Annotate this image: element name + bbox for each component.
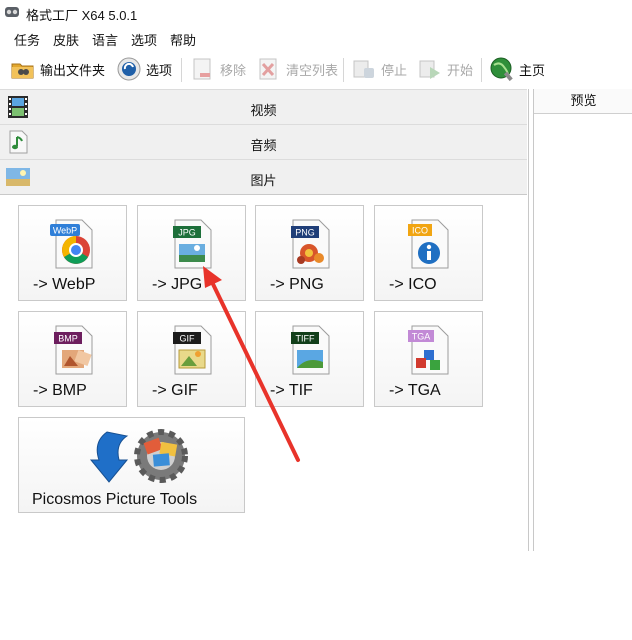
output-folder-button[interactable]: 输出文件夹 (10, 54, 105, 84)
tga-label: -> TGA (389, 382, 441, 399)
options-label: 选项 (146, 62, 173, 78)
start-button[interactable]: 开始 (417, 54, 473, 84)
convert-to-tif-tile[interactable]: TIFF -> TIF (255, 311, 364, 407)
gif-file-icon: GIF (173, 325, 212, 375)
category-audio-label: 音频 (250, 138, 277, 153)
convert-to-gif-tile[interactable]: GIF -> GIF (137, 311, 246, 407)
webp-label: -> WebP (33, 276, 96, 293)
picosmos-tools-icon (89, 429, 188, 483)
menu-tasks[interactable]: 任务 (14, 30, 40, 49)
title-bar: 格式工厂 X64 5.0.1 (0, 0, 632, 26)
convert-to-jpg-tile[interactable]: JPG -> JPG (137, 205, 246, 301)
jpg-label: -> JPG (152, 276, 203, 293)
convert-to-ico-tile[interactable]: ICO -> ICO (374, 205, 483, 301)
menu-skin[interactable]: 皮肤 (53, 30, 79, 49)
globe-icon (490, 57, 513, 82)
ico-badge: ICO (412, 226, 428, 236)
gif-badge: GIF (180, 334, 196, 344)
ico-label: -> ICO (389, 276, 437, 293)
stop-icon (353, 60, 374, 78)
convert-to-webp-tile[interactable]: WebP -> WebP (18, 205, 127, 301)
png-label: -> PNG (270, 276, 324, 293)
convert-to-png-tile[interactable]: PNG -> PNG (255, 205, 364, 301)
options-button[interactable]: 选项 (116, 54, 172, 84)
category-image[interactable]: 图片 (0, 159, 527, 195)
menu-help[interactable]: 帮助 (170, 30, 196, 49)
category-video-label: 视频 (250, 103, 277, 118)
clear-list-button[interactable]: 清空列表 (256, 54, 338, 84)
options-gear-icon (117, 57, 141, 81)
menu-options[interactable]: 选项 (131, 30, 157, 49)
remove-icon (193, 58, 211, 80)
bmp-badge: BMP (58, 334, 78, 344)
png-file-icon: PNG (291, 219, 330, 269)
picosmos-picture-tools-tile[interactable]: Picosmos Picture Tools (18, 417, 245, 513)
remove-label: 移除 (220, 62, 247, 78)
menu-language[interactable]: 语言 (92, 30, 118, 49)
folder-icon (11, 63, 34, 79)
tiff-badge: TIFF (296, 334, 315, 344)
tga-badge: TGA (412, 332, 431, 342)
tiff-file-icon: TIFF (291, 325, 330, 375)
bmp-label: -> BMP (33, 382, 87, 399)
toolbar-separator (181, 58, 182, 82)
webp-file-icon: WebP (50, 219, 93, 269)
png-badge: PNG (295, 228, 315, 238)
jpg-file-icon: JPG (173, 219, 212, 269)
clear-list-label: 清空列表 (286, 62, 339, 78)
clear-list-icon (259, 58, 277, 80)
start-icon (419, 60, 440, 79)
tif-label: -> TIF (270, 382, 313, 399)
preview-panel: 预览 (533, 89, 632, 551)
menu-bar: 任务 皮肤 语言 选项 帮助 (0, 28, 632, 48)
picosmos-tools-label: Picosmos Picture Tools (32, 491, 198, 508)
jpg-badge: JPG (178, 228, 196, 238)
convert-to-bmp-tile[interactable]: BMP -> BMP (18, 311, 127, 407)
home-label: 主页 (519, 62, 546, 78)
stop-button[interactable]: 停止 (351, 54, 407, 84)
home-button[interactable]: 主页 (489, 54, 545, 84)
convert-to-tga-tile[interactable]: TGA -> TGA (374, 311, 483, 407)
remove-button[interactable]: 移除 (190, 54, 246, 84)
preview-header: 预览 (534, 89, 632, 114)
tga-file-icon: TGA (408, 325, 449, 375)
output-folder-label: 输出文件夹 (40, 62, 106, 78)
bmp-file-icon: BMP (54, 325, 93, 375)
app-logo-icon (5, 7, 19, 17)
gif-label: -> GIF (152, 382, 198, 399)
ico-file-icon: ICO (408, 219, 449, 269)
start-label: 开始 (447, 62, 474, 78)
toolbar-separator (481, 58, 482, 82)
category-image-label: 图片 (250, 173, 277, 188)
toolbar: 输出文件夹 选项 移除 清空列表 停止 开始 主页 (0, 52, 632, 88)
webp-badge: WebP (53, 226, 77, 236)
category-audio[interactable]: 音频 (0, 124, 527, 160)
stop-label: 停止 (381, 62, 408, 78)
category-video[interactable]: 视频 (0, 89, 527, 125)
window-title: 格式工厂 X64 5.0.1 (26, 8, 138, 23)
toolbar-separator (343, 58, 344, 82)
